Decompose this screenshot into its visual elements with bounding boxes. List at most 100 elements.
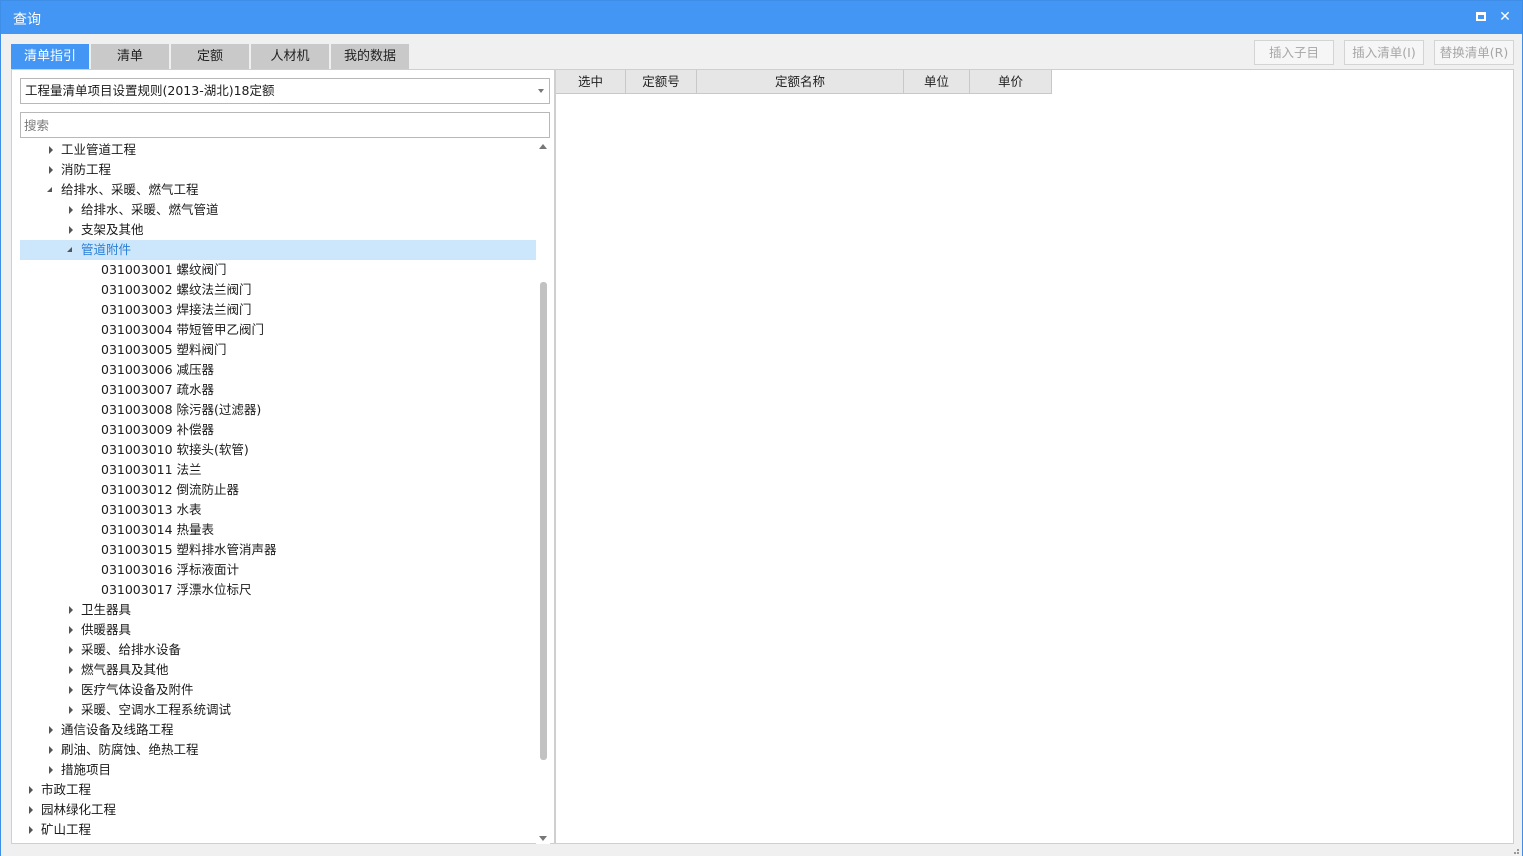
tree-item-label: 031003012 倒流防止器 [101,482,240,497]
insert-child-button[interactable]: 插入子目 [1254,40,1334,65]
tree-leaf-item[interactable]: 031003004 带短管甲乙阀门 [20,320,536,340]
column-header-unit-price[interactable]: 单价 [970,70,1052,94]
expand-arrow-icon[interactable] [26,780,36,800]
expand-arrow-icon[interactable] [66,200,76,220]
tree-leaf-item[interactable]: 031003009 补偿器 [20,420,536,440]
tree-item-label: 消防工程 [61,162,112,177]
tree-item-label: 031003004 带短管甲乙阀门 [101,322,265,337]
expand-arrow-icon[interactable] [26,820,36,840]
tree-item-label: 卫生器具 [81,602,132,617]
column-header-select[interactable]: 选中 [556,70,626,94]
tree-item-label: 031003006 减压器 [101,362,215,377]
expand-arrow-icon[interactable] [26,800,36,820]
tree-leaf-item[interactable]: 031003012 倒流防止器 [20,480,536,500]
expand-arrow-icon[interactable] [46,740,56,760]
tree-item-label: 管道附件 [81,242,132,257]
tree-item-label: 医疗气体设备及附件 [81,682,194,697]
tree-item-label: 刷油、防腐蚀、绝热工程 [61,742,199,757]
tree-node[interactable]: 支架及其他 [20,220,536,240]
tree-item-label: 措施项目 [61,762,112,777]
tree-item-label: 园林绿化工程 [41,802,117,817]
tree-node[interactable]: 燃气器具及其他 [20,660,536,680]
maximize-icon[interactable] [1472,8,1490,26]
tree-item-label: 031003009 补偿器 [101,422,215,437]
expand-arrow-icon[interactable] [66,620,76,640]
expand-arrow-icon[interactable] [46,720,56,740]
tree-item-label: 市政工程 [41,782,92,797]
tab-quota[interactable]: 定额 [171,44,249,69]
tree-item-label: 031003001 螺纹阀门 [101,262,227,277]
tree-item-label: 031003014 热量表 [101,522,215,537]
replace-list-button[interactable]: 替换清单(R) [1434,40,1514,65]
tree-item-label: 工业管道工程 [61,142,137,157]
left-panel: 工程量清单项目设置规则(2013-湖北)18定额 工业管道工程消防工程给排水、采… [11,69,555,845]
column-header-quota-code[interactable]: 定额号 [626,70,697,94]
tree-item-label: 031003008 除污器(过滤器) [101,402,262,417]
resize-grip-icon[interactable] [1511,846,1519,854]
tree-leaf-item[interactable]: 031003010 软接头(软管) [20,440,536,460]
quota-grid-panel: 选中 定额号 定额名称 单位 单价 [555,69,1514,844]
tree-node[interactable]: 医疗气体设备及附件 [20,680,536,700]
tree-node[interactable]: 市政工程 [20,780,536,800]
window-title: 查询 [13,12,41,28]
scroll-up-icon[interactable] [539,144,547,149]
column-header-unit[interactable]: 单位 [904,70,970,94]
collapse-arrow-icon[interactable] [66,240,76,260]
tree-leaf-item[interactable]: 031003007 疏水器 [20,380,536,400]
tree-node[interactable]: 给排水、采暖、燃气管道 [20,200,536,220]
tree-node[interactable]: 采暖、空调水工程系统调试 [20,700,536,720]
tree-leaf-item[interactable]: 031003005 塑料阀门 [20,340,536,360]
tree-item-label: 031003013 水表 [101,502,202,517]
tree-item-label: 031003015 塑料排水管消声器 [101,542,277,557]
tree-node[interactable]: 措施项目 [20,760,536,780]
tree-node[interactable]: 矿山工程 [20,820,536,840]
tree-item-label: 矿山工程 [41,822,92,837]
close-icon[interactable]: ✕ [1496,8,1514,26]
tab-list[interactable]: 清单 [91,44,169,69]
tree-node[interactable]: 管道附件 [20,240,536,260]
collapse-arrow-icon[interactable] [46,180,56,200]
tab-my-data[interactable]: 我的数据 [331,44,409,69]
expand-arrow-icon[interactable] [66,680,76,700]
tree-leaf-item[interactable]: 031003002 螺纹法兰阀门 [20,280,536,300]
column-header-quota-name[interactable]: 定额名称 [697,70,904,94]
insert-list-button[interactable]: 插入清单(I) [1344,40,1424,65]
expand-arrow-icon[interactable] [66,220,76,240]
scroll-down-icon[interactable] [539,836,547,841]
tree-leaf-item[interactable]: 031003016 浮标液面计 [20,560,536,580]
rule-select[interactable]: 工程量清单项目设置规则(2013-湖北)18定额 [20,78,550,104]
tree-node[interactable]: 给排水、采暖、燃气工程 [20,180,536,200]
tree-leaf-item[interactable]: 031003003 焊接法兰阀门 [20,300,536,320]
tree-leaf-item[interactable]: 031003001 螺纹阀门 [20,260,536,280]
tree-scrollbar[interactable] [536,140,550,845]
tree-node[interactable]: 卫生器具 [20,600,536,620]
list-tree: 工业管道工程 消防工程给排水、采暖、燃气工程 给排水、采暖、燃气管道 支架及其他管道附… [20,140,536,842]
expand-arrow-icon[interactable] [66,640,76,660]
tab-list-guide[interactable]: 清单指引 [11,44,89,69]
expand-arrow-icon[interactable] [46,760,56,780]
expand-arrow-icon[interactable] [66,700,76,720]
tree-item-label: 031003016 浮标液面计 [101,562,240,577]
tree-node[interactable]: 供暖器具 [20,620,536,640]
tree-leaf-item[interactable]: 031003008 除污器(过滤器) [20,400,536,420]
search-input[interactable] [20,112,550,138]
tree-leaf-item[interactable]: 031003017 浮漂水位标尺 [20,580,536,600]
tree-node[interactable]: 工业管道工程 [20,140,536,160]
tree-leaf-item[interactable]: 031003014 热量表 [20,520,536,540]
tree-node[interactable]: 通信设备及线路工程 [20,720,536,740]
tree-leaf-item[interactable]: 031003011 法兰 [20,460,536,480]
tree-node[interactable]: 采暖、给排水设备 [20,640,536,660]
scrollbar-thumb[interactable] [540,282,547,760]
expand-arrow-icon[interactable] [66,600,76,620]
tree-leaf-item[interactable]: 031003015 塑料排水管消声器 [20,540,536,560]
tree-leaf-item[interactable]: 031003013 水表 [20,500,536,520]
tree-leaf-item[interactable]: 031003006 减压器 [20,360,536,380]
tree-item-label: 031003003 焊接法兰阀门 [101,302,252,317]
tab-labor-material-machine[interactable]: 人材机 [251,44,329,69]
expand-arrow-icon[interactable] [46,140,56,160]
expand-arrow-icon[interactable] [46,160,56,180]
tree-node[interactable]: 消防工程 [20,160,536,180]
tree-node[interactable]: 园林绿化工程 [20,800,536,820]
expand-arrow-icon[interactable] [66,660,76,680]
tree-node[interactable]: 刷油、防腐蚀、绝热工程 [20,740,536,760]
